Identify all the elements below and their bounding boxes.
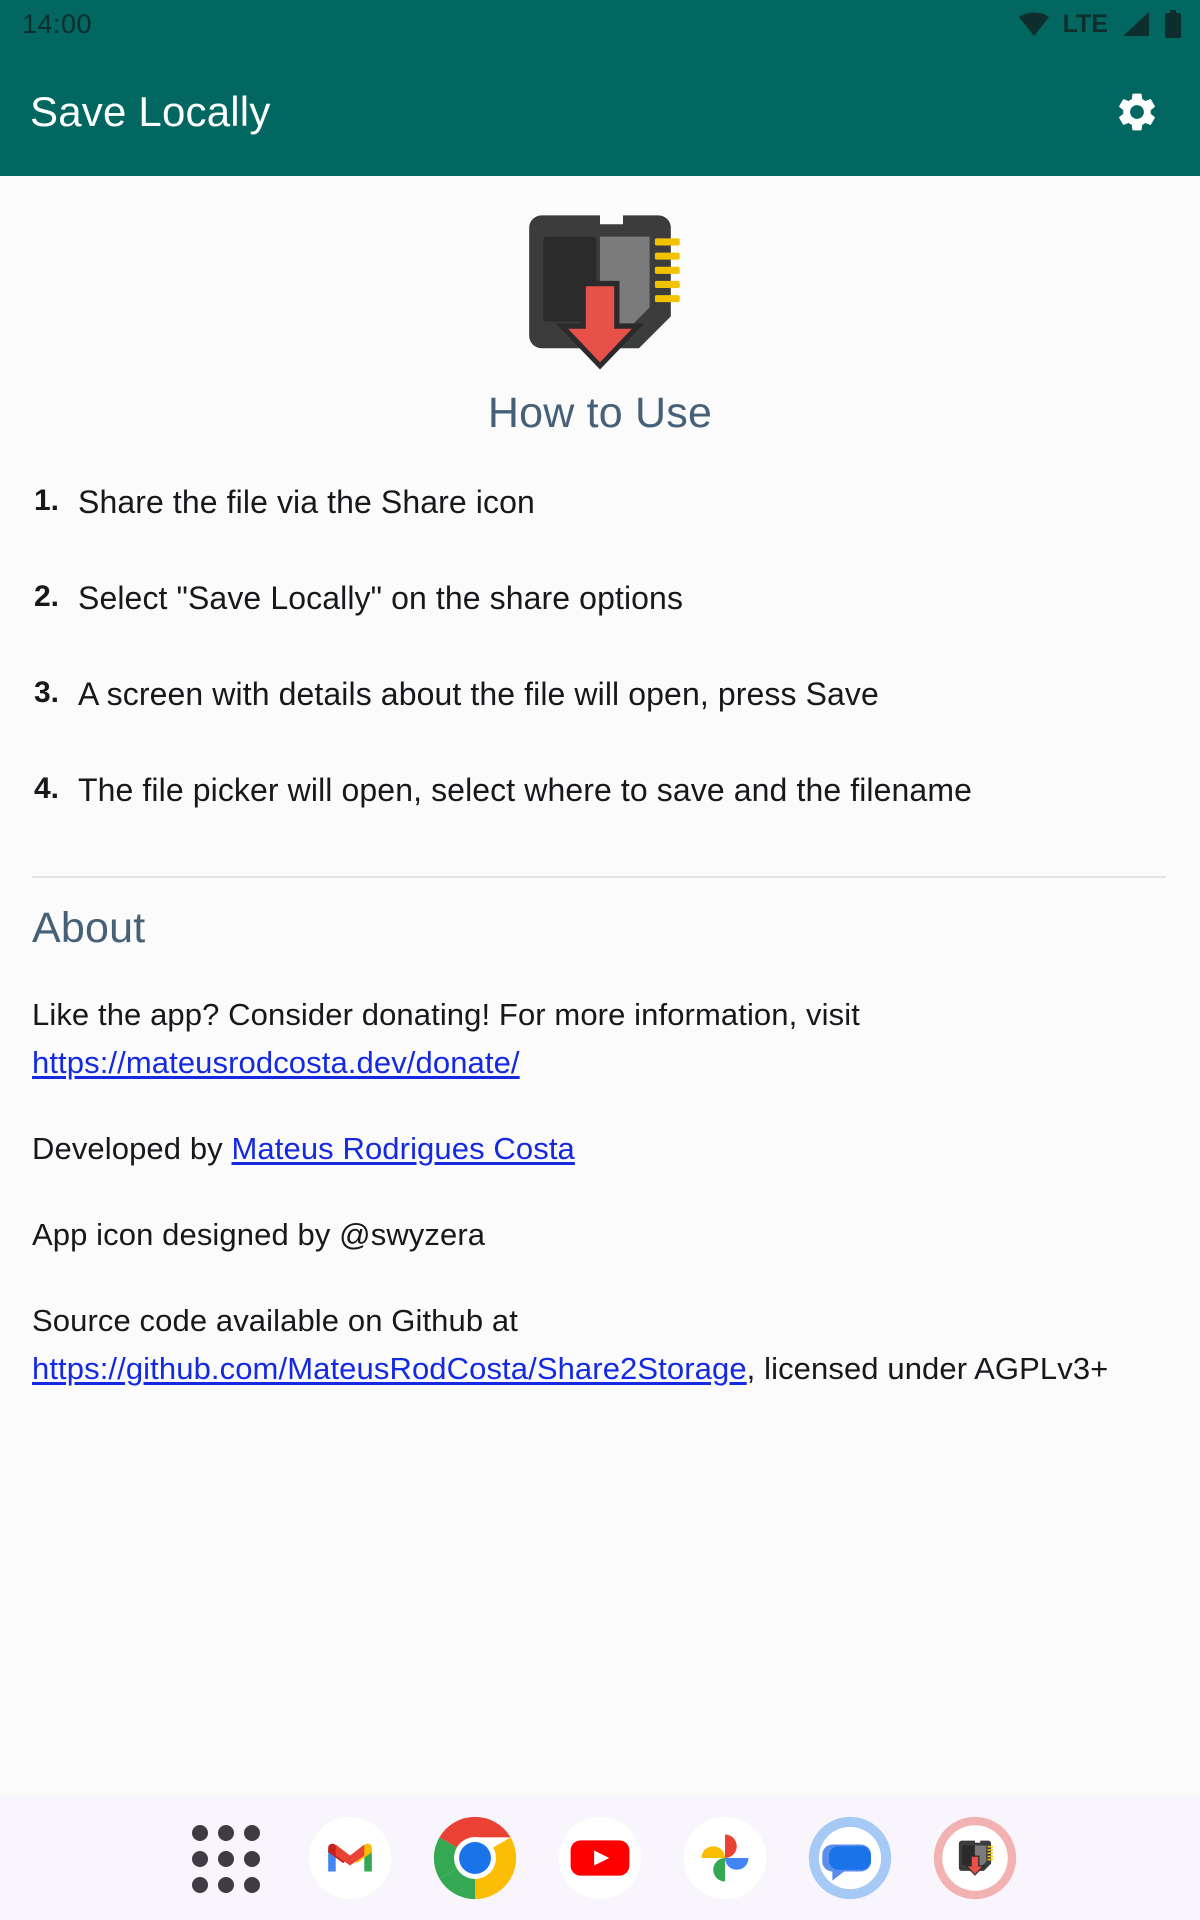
hero-section: How to Use — [0, 176, 1200, 438]
content-area: How to Use 1. Share the file via the Sha… — [0, 176, 1200, 1795]
donate-lead-text: Like the app? Consider donating! For mor… — [32, 997, 860, 1032]
step-text: Share the file via the Share icon — [78, 484, 535, 520]
drawer-dot — [192, 1876, 208, 1893]
status-icon-group: LTE — [1018, 10, 1182, 39]
battery-icon — [1165, 10, 1181, 38]
youtube-icon — [558, 1816, 642, 1899]
about-heading: About — [32, 904, 146, 952]
google-photos-icon — [683, 1816, 767, 1899]
lte-label: LTE — [1062, 9, 1108, 38]
dock-item-chrome[interactable] — [413, 1816, 538, 1900]
source-lead-text: Source code available on Github at — [32, 1303, 518, 1338]
drawer-dot — [218, 1824, 234, 1841]
dock-item-all-apps[interactable] — [163, 1824, 288, 1893]
drawer-dot — [218, 1876, 234, 1893]
list-item: 2. Select "Save Locally" on the share op… — [0, 582, 1200, 678]
list-item: 4. The file picker will open, select whe… — [0, 774, 1200, 870]
developer-paragraph: Developed by Mateus Rodrigues Costa — [32, 1125, 1166, 1173]
license-text: , licensed under AGPLv3+ — [746, 1351, 1109, 1386]
settings-button[interactable] — [1100, 75, 1174, 149]
dock-item-photos[interactable] — [663, 1816, 788, 1900]
step-number: 1. — [34, 484, 60, 517]
step-number: 2. — [34, 580, 60, 613]
page-title: Save Locally — [30, 88, 271, 135]
list-item: 1. Share the file via the Share icon — [0, 486, 1200, 582]
donate-paragraph: Like the app? Consider donating! For mor… — [32, 991, 1166, 1087]
steps-list: 1. Share the file via the Share icon 2. … — [0, 486, 1200, 870]
source-paragraph: Source code available on Github at https… — [32, 1297, 1166, 1393]
drawer-dot — [244, 1850, 260, 1867]
dock-item-gmail[interactable] — [288, 1816, 413, 1900]
app-bar: Save Locally — [0, 48, 1200, 176]
gmail-icon — [308, 1816, 392, 1899]
google-messages-icon — [808, 1816, 892, 1899]
dock-item-messages[interactable] — [788, 1816, 913, 1900]
drawer-dot — [244, 1876, 260, 1893]
app-drawer-icon — [192, 1824, 260, 1893]
about-body: Like the app? Consider donating! For mor… — [0, 991, 1200, 1393]
step-number: 4. — [34, 772, 60, 805]
drawer-dot — [244, 1824, 260, 1841]
step-text: Select "Save Locally" on the share optio… — [78, 580, 684, 616]
donate-link[interactable]: https://mateusrodcosta.dev/donate/ — [32, 1045, 520, 1080]
step-text: A screen with details about the file wil… — [78, 676, 879, 712]
icon-credit-paragraph: App icon designed by @swyzera — [32, 1217, 486, 1252]
status-bar: 14:00 LTE — [0, 0, 1200, 48]
chrome-icon — [433, 1816, 517, 1899]
developed-by-label: Developed by — [32, 1131, 232, 1166]
list-item: 3. A screen with details about the file … — [0, 678, 1200, 774]
dock-item-youtube[interactable] — [538, 1816, 663, 1900]
drawer-dot — [192, 1824, 208, 1841]
how-to-use-heading: How to Use — [487, 389, 713, 437]
phone-screen: 14:00 LTE Save Locally How to Use 1. Sha… — [0, 0, 1200, 1920]
gear-icon — [1119, 93, 1155, 131]
dock-item-save-locally[interactable] — [913, 1816, 1038, 1900]
step-text: The file picker will open, select where … — [78, 772, 972, 808]
sd-card-download-icon — [529, 215, 680, 370]
drawer-dot — [192, 1850, 208, 1867]
drawer-dot — [218, 1850, 234, 1867]
home-dock — [0, 1795, 1200, 1920]
cellular-signal-icon — [1123, 12, 1149, 36]
status-clock: 14:00 — [22, 8, 93, 39]
save-locally-icon — [933, 1816, 1017, 1899]
source-code-link[interactable]: https://github.com/MateusRodCosta/Share2… — [32, 1351, 747, 1386]
developer-link[interactable]: Mateus Rodrigues Costa — [232, 1131, 575, 1166]
step-number: 3. — [34, 676, 60, 709]
wifi-icon — [1018, 12, 1049, 36]
